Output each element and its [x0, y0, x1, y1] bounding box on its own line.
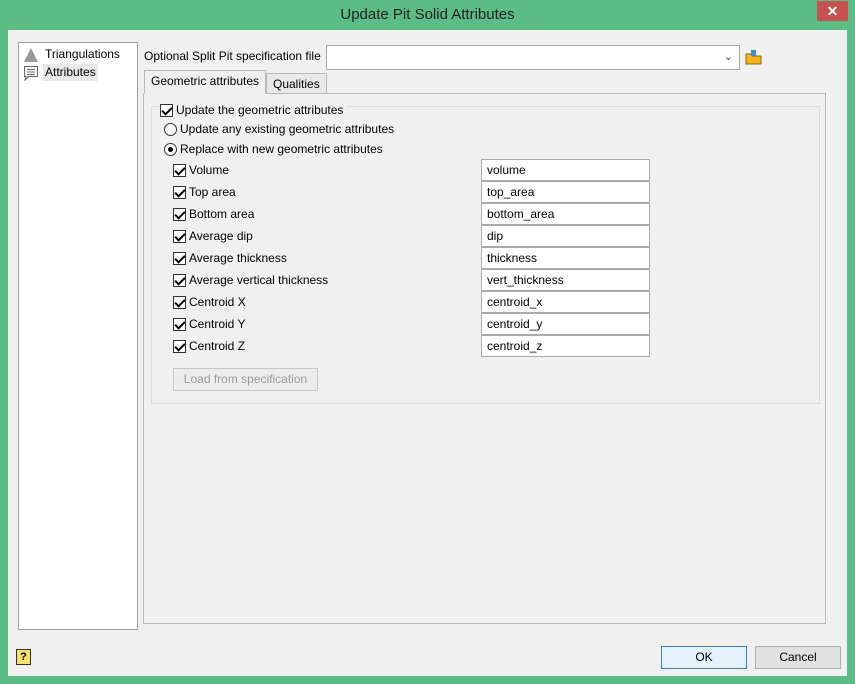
geometric-panel: Update the geometric attributes Update a… [143, 93, 826, 624]
attribute-name-input[interactable]: top_area [481, 181, 650, 203]
attribute-label: Centroid Y [189, 317, 246, 331]
checkbox-icon [173, 163, 186, 177]
cancel-button[interactable]: Cancel [755, 646, 841, 669]
navigation-tree: Triangulations Attributes [18, 42, 138, 630]
tree-item-attributes[interactable]: Attributes [23, 64, 98, 81]
attribute-label: Centroid X [189, 295, 246, 309]
attribute-checkbox[interactable]: Bottom area [173, 205, 254, 223]
attribute-label: Centroid Z [189, 339, 246, 353]
spec-file-combo[interactable]: ⌄ [326, 45, 740, 70]
radio-replace-new[interactable]: Replace with new geometric attributes [164, 140, 383, 158]
tree-item-triangulations[interactable]: Triangulations [23, 46, 122, 63]
attribute-label: Volume [189, 163, 230, 177]
checkbox-icon [160, 103, 173, 117]
checkbox-icon [173, 339, 186, 353]
attribute-label: Bottom area [189, 207, 255, 221]
checkbox-icon [173, 185, 186, 199]
attribute-checkbox[interactable]: Centroid X [173, 293, 246, 311]
chevron-down-icon: ⌄ [723, 51, 733, 63]
checkbox-icon [173, 273, 186, 287]
spec-file-label: Optional Split Pit specification file [144, 49, 321, 63]
update-geometric-checkbox[interactable]: Update the geometric attributes [160, 101, 347, 119]
attribute-name-input[interactable]: centroid_x [481, 291, 650, 313]
checkbox-icon [173, 207, 186, 221]
attribute-name-input[interactable]: vert_thickness [481, 269, 650, 291]
tree-item-label: Triangulations [45, 47, 120, 61]
attribute-checkbox[interactable]: Centroid Y [173, 315, 245, 333]
tab-geometric-attributes[interactable]: Geometric attributes [144, 70, 267, 94]
radio-update-existing[interactable]: Update any existing geometric attributes [164, 120, 394, 138]
attribute-name-input[interactable]: volume [481, 159, 650, 181]
dialog-client: Triangulations Attributes Optional Split… [8, 30, 847, 676]
close-button[interactable]: ✕ [817, 1, 848, 21]
load-from-specification-button[interactable]: Load from specification [173, 368, 318, 391]
attribute-checkbox[interactable]: Average thickness [173, 249, 287, 267]
attribute-name-input[interactable]: centroid_y [481, 313, 650, 335]
radio-label: Replace with new geometric attributes [180, 142, 383, 156]
attribute-label: Average thickness [189, 251, 287, 265]
radio-icon [164, 142, 177, 156]
radio-icon [164, 122, 177, 136]
attribute-name-input[interactable]: dip [481, 225, 650, 247]
attribute-name-input[interactable]: centroid_z [481, 335, 650, 357]
attribute-checkbox[interactable]: Volume [173, 161, 229, 179]
open-folder-icon[interactable] [745, 49, 763, 65]
checkbox-icon [173, 229, 186, 243]
checkbox-icon [173, 251, 186, 265]
attribute-checkbox[interactable]: Average vertical thickness [173, 271, 328, 289]
attribute-checkbox[interactable]: Top area [173, 183, 236, 201]
ok-button[interactable]: OK [661, 646, 747, 669]
checkbox-icon [173, 317, 186, 331]
attribute-label: Top area [189, 185, 236, 199]
checkbox-icon [173, 295, 186, 309]
attribute-label: Average vertical thickness [189, 273, 329, 287]
window-title: Update Pit Solid Attributes [340, 6, 515, 23]
radio-label: Update any existing geometric attributes [180, 122, 395, 136]
attribute-name-input[interactable]: bottom_area [481, 203, 650, 225]
attribute-checkbox[interactable]: Centroid Z [173, 337, 245, 355]
tab-qualities[interactable]: Qualities [266, 73, 327, 95]
attributes-icon [24, 65, 38, 81]
help-icon[interactable]: ? [16, 649, 31, 665]
tree-item-label: Attributes [43, 64, 98, 81]
triangle-icon [24, 47, 38, 62]
checkbox-label: Update the geometric attributes [176, 103, 344, 117]
attribute-label: Average dip [189, 229, 253, 243]
attribute-checkbox[interactable]: Average dip [173, 227, 253, 245]
attribute-name-input[interactable]: thickness [481, 247, 650, 269]
